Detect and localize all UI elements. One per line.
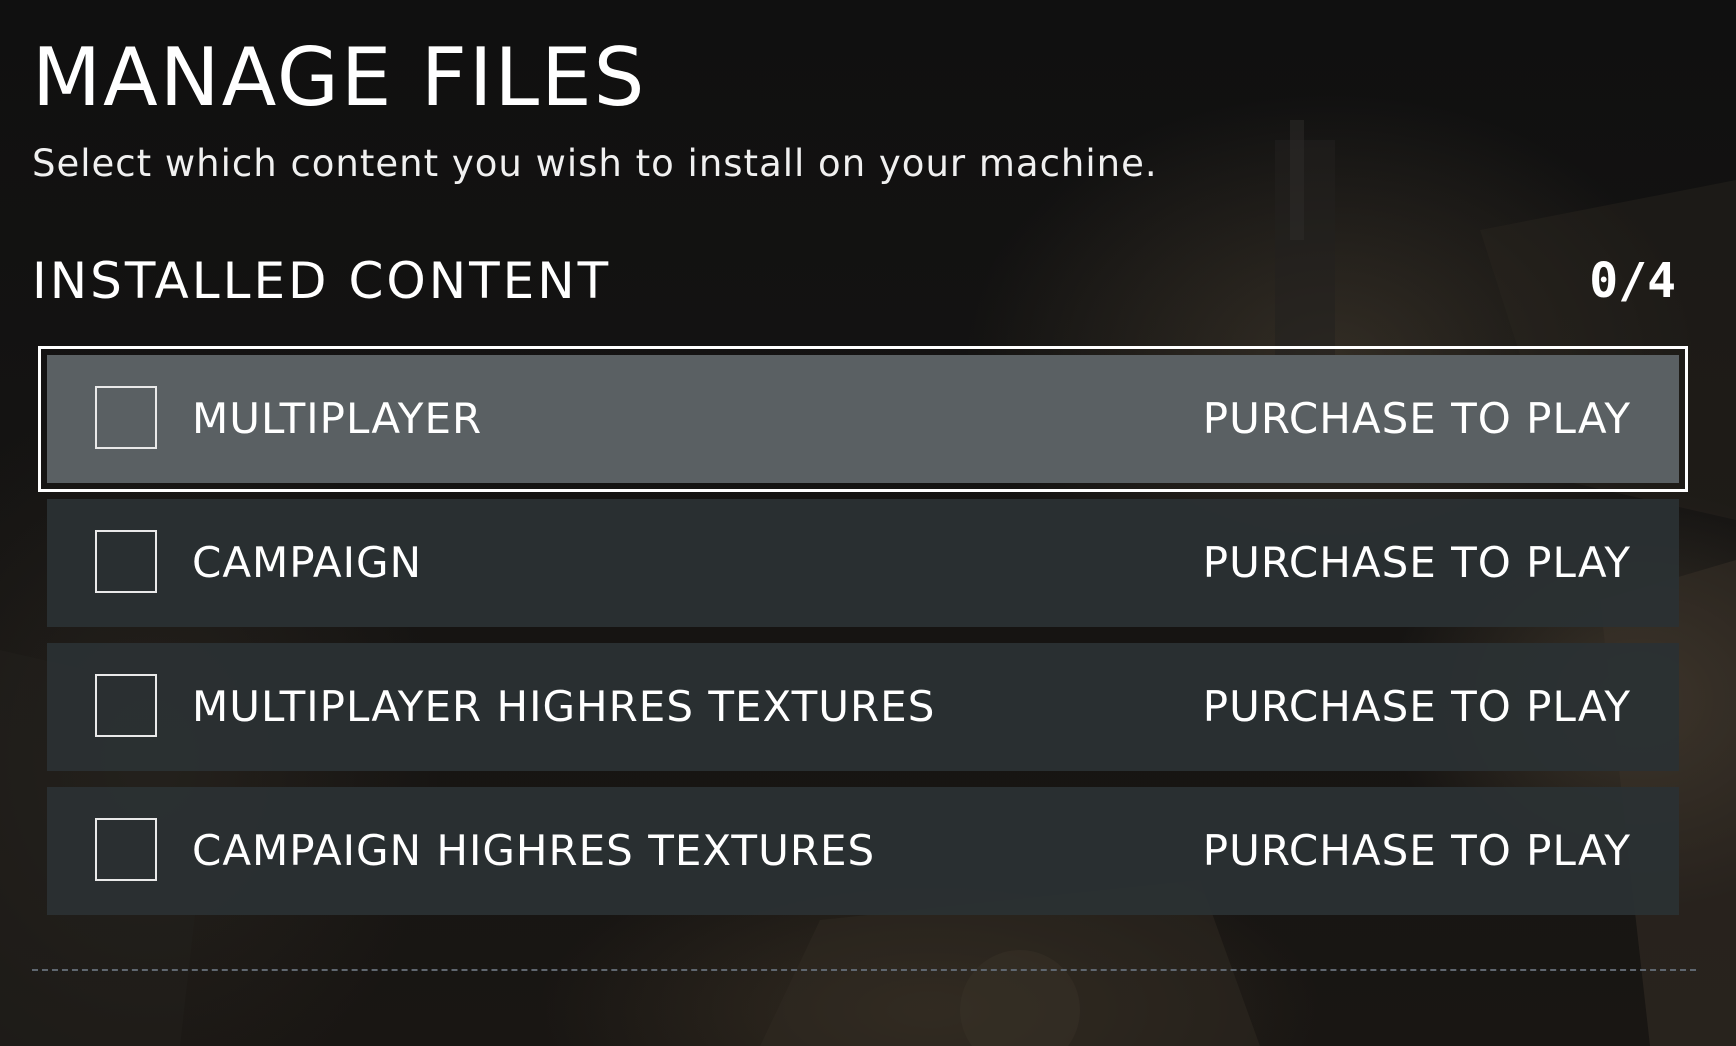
content-list: MULTIPLAYER PURCHASE TO PLAY CAMPAIGN PU… [38,346,1688,931]
manage-files-screen: MANAGE FILES Select which content you wi… [0,0,1736,1046]
checkbox-campaign-highres-textures[interactable] [95,818,157,881]
row-status: PURCHASE TO PLAY [1202,826,1631,875]
row-status: PURCHASE TO PLAY [1202,394,1631,443]
content-row-campaign-highres-textures[interactable]: CAMPAIGN HIGHRES TEXTURES PURCHASE TO PL… [47,787,1679,915]
row-label: CAMPAIGN HIGHRES TEXTURES [192,826,876,875]
row-label: MULTIPLAYER HIGHRES TEXTURES [192,682,936,731]
content-row-multiplayer[interactable]: MULTIPLAYER PURCHASE TO PLAY [38,346,1688,492]
section-title: INSTALLED CONTENT [32,252,612,310]
row-status: PURCHASE TO PLAY [1202,682,1631,731]
page-title: MANAGE FILES [32,31,647,124]
content-row-campaign[interactable]: CAMPAIGN PURCHASE TO PLAY [47,499,1679,627]
row-status: PURCHASE TO PLAY [1202,538,1631,587]
row-label: MULTIPLAYER [192,394,483,443]
divider [32,969,1696,971]
row-label: CAMPAIGN [192,538,423,587]
page-subtitle: Select which content you wish to install… [32,142,1158,185]
checkbox-campaign[interactable] [95,530,157,593]
checkbox-multiplayer[interactable] [95,386,157,449]
installed-count: 0/4 [1589,253,1676,309]
installed-content-header: INSTALLED CONTENT 0/4 [32,249,1676,313]
content-row-multiplayer-highres-textures[interactable]: MULTIPLAYER HIGHRES TEXTURES PURCHASE TO… [47,643,1679,771]
checkbox-multiplayer-highres-textures[interactable] [95,674,157,737]
